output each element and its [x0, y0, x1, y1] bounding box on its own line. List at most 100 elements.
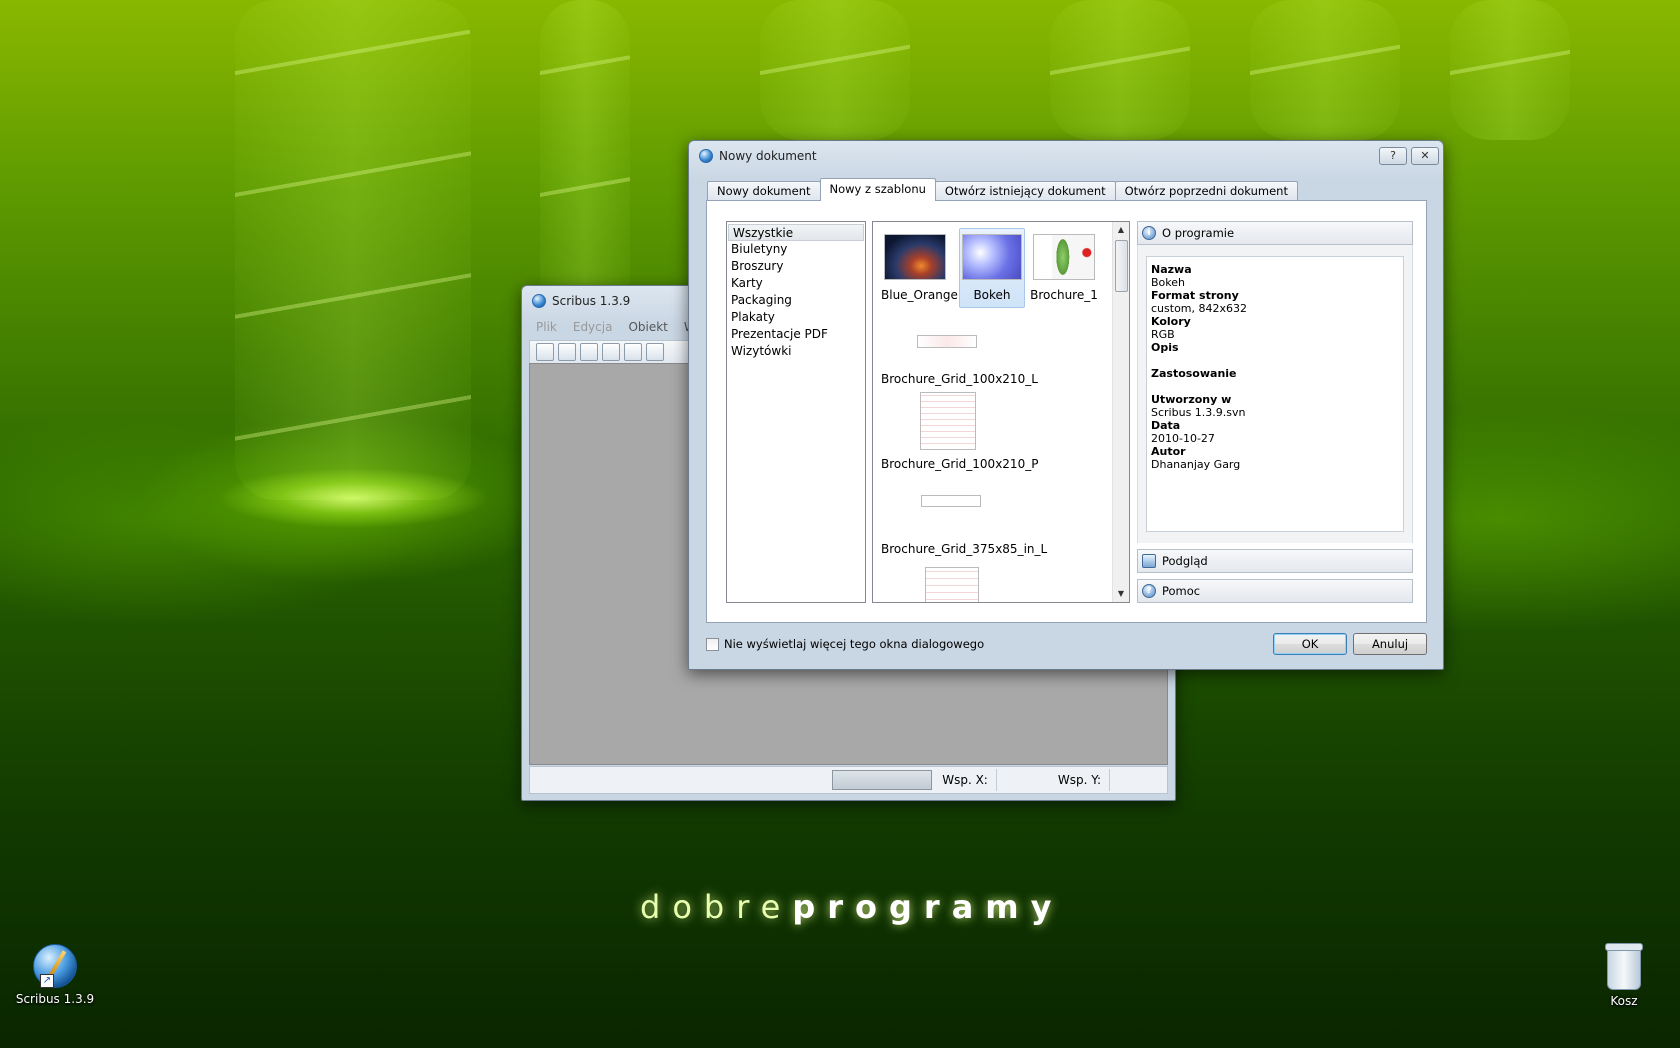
- status-progress-bar: [832, 770, 933, 790]
- help-icon: ?: [1142, 584, 1156, 598]
- tab-open-recent[interactable]: Otwórz poprzedni dokument: [1114, 181, 1298, 201]
- print-icon[interactable]: [624, 343, 642, 361]
- wallpaper-tube: [1050, 0, 1190, 140]
- template-label[interactable]: Brochure_Grid_100x210_L: [881, 372, 1038, 386]
- scrollbar-thumb[interactable]: [1115, 240, 1128, 292]
- template-thumbnail: [884, 234, 946, 280]
- template-label: Blue_Orange: [881, 288, 958, 302]
- category-item[interactable]: Karty: [727, 275, 865, 292]
- tab-new-document[interactable]: Nowy dokument: [707, 181, 821, 201]
- dont-show-checkbox[interactable]: [706, 637, 719, 651]
- template-thumbnail: [1033, 234, 1095, 280]
- template-thumbnail-row: [921, 495, 981, 515]
- category-item[interactable]: Broszury: [727, 258, 865, 275]
- desktop-icon-scribus[interactable]: ↗ Scribus 1.3.9: [10, 944, 100, 1006]
- category-item[interactable]: Wszystkie: [728, 224, 864, 241]
- template-label: Bokeh: [973, 288, 1011, 302]
- scribus-app-icon: [699, 149, 713, 163]
- template-item[interactable]: Brochure_1: [1029, 234, 1099, 302]
- tab-open-existing[interactable]: Otwórz istniejący dokument: [934, 181, 1116, 201]
- wallpaper-tube: [235, 0, 471, 500]
- info-format-label: Format strony: [1151, 289, 1239, 302]
- template-thumbnail: [917, 335, 977, 348]
- preflight-icon[interactable]: [646, 343, 664, 361]
- wallpaper-tube: [1250, 0, 1400, 140]
- template-thumbnail: [920, 392, 976, 450]
- help-button[interactable]: ?: [1379, 147, 1407, 165]
- open-icon[interactable]: [558, 343, 576, 361]
- menu-obiekt[interactable]: Obiekt: [628, 320, 667, 334]
- info-created-label: Utworzony w: [1151, 393, 1232, 406]
- close-button[interactable]: ✕: [1411, 147, 1439, 165]
- ok-button[interactable]: OK: [1273, 633, 1347, 655]
- scroll-down-icon[interactable]: ▼: [1113, 586, 1129, 602]
- about-section-header[interactable]: i O programie: [1137, 221, 1413, 245]
- brand-bold: programy: [792, 888, 1064, 926]
- info-usage-label: Zastosowanie: [1151, 367, 1237, 380]
- template-item[interactable]: Blue_Orange: [881, 234, 958, 302]
- info-format-value: custom, 842x632: [1151, 302, 1248, 315]
- template-list[interactable]: Blue_Orange Bokeh Brochure_1 Brochure_Gr…: [872, 221, 1130, 603]
- template-label: Brochure_1: [1030, 288, 1098, 302]
- info-name-value: Bokeh: [1151, 276, 1185, 289]
- template-label[interactable]: Brochure_Grid_375x85_in_L: [881, 542, 1047, 556]
- template-item-selected[interactable]: Bokeh: [959, 228, 1025, 308]
- scroll-up-icon[interactable]: ▲: [1113, 222, 1129, 238]
- info-description-label: Opis: [1151, 341, 1179, 354]
- preview-header-label: Podgląd: [1162, 554, 1208, 568]
- menu-edycja[interactable]: Edycja: [573, 320, 613, 334]
- desktop-icon-label: Scribus 1.3.9: [15, 992, 95, 1006]
- template-label[interactable]: Brochure_Grid_100x210_P: [881, 457, 1038, 471]
- preview-section-header[interactable]: Podgląd: [1137, 549, 1413, 573]
- preview-icon: [1142, 554, 1156, 568]
- wallpaper-brand: dobreprogramy: [640, 888, 1064, 926]
- dialog-tabs: Nowy dokument Nowy z szablonu Otwórz ist…: [707, 178, 1298, 201]
- template-info-box: Nazwa Bokeh Format strony custom, 842x63…: [1146, 256, 1404, 532]
- tab-new-from-template[interactable]: Nowy z szablonu: [819, 178, 936, 201]
- info-colors-value: RGB: [1151, 328, 1175, 341]
- status-x-value: [995, 769, 1054, 791]
- status-x-label: Wsp. X:: [942, 773, 988, 787]
- info-author-label: Autor: [1151, 445, 1186, 458]
- cancel-button[interactable]: Anuluj: [1353, 633, 1427, 655]
- info-created-value: Scribus 1.3.9.svn: [1151, 406, 1246, 419]
- help-header-label: Pomoc: [1162, 584, 1201, 598]
- wallpaper-tube: [1450, 0, 1570, 140]
- new-document-icon[interactable]: [536, 343, 554, 361]
- info-colors-label: Kolory: [1151, 315, 1191, 328]
- wallpaper-tube: [760, 0, 910, 140]
- info-author-value: Dhananjay Garg: [1151, 458, 1241, 471]
- shortcut-arrow-icon: ↗: [40, 974, 54, 988]
- new-document-dialog[interactable]: Nowy dokument ? ✕ Nowy dokument Nowy z s…: [688, 140, 1444, 670]
- category-list[interactable]: Wszystkie Biuletyny Broszury Karty Packa…: [726, 221, 866, 603]
- template-info-panel: i O programie Nazwa Bokeh Format strony …: [1137, 221, 1413, 603]
- info-name-label: Nazwa: [1151, 263, 1192, 276]
- dialog-title: Nowy dokument: [719, 149, 817, 163]
- brand-light: dobre: [640, 888, 793, 926]
- category-item[interactable]: Packaging: [727, 292, 865, 309]
- help-section-header[interactable]: ? Pomoc: [1137, 579, 1413, 603]
- template-thumbnail: [962, 234, 1022, 280]
- desktop-icon-recycle-bin[interactable]: Kosz: [1579, 943, 1669, 1008]
- menu-plik[interactable]: Plik: [536, 320, 557, 334]
- scribus-statusbar: Wsp. X: Wsp. Y:: [529, 766, 1168, 794]
- status-y-value: [1109, 769, 1167, 791]
- category-item[interactable]: Prezentacje PDF: [727, 326, 865, 343]
- template-thumbnail-row: [920, 392, 976, 458]
- category-item[interactable]: Wizytówki: [727, 343, 865, 360]
- template-tab-panel: Wszystkie Biuletyny Broszury Karty Packa…: [706, 200, 1427, 623]
- info-date-label: Data: [1151, 419, 1181, 432]
- template-scrollbar[interactable]: ▲ ▼: [1112, 222, 1129, 602]
- scribus-app-icon: [532, 294, 546, 308]
- template-thumbnail-row: [917, 335, 977, 356]
- status-y-label: Wsp. Y:: [1057, 773, 1101, 787]
- dialog-footer: Nie wyświetlaj więcej tego okna dialogow…: [706, 631, 1427, 657]
- category-item[interactable]: Biuletyny: [727, 241, 865, 258]
- desktop-icon-label: Kosz: [1610, 994, 1638, 1008]
- save-icon[interactable]: [580, 343, 598, 361]
- category-item[interactable]: Plakaty: [727, 309, 865, 326]
- dialog-titlebar[interactable]: Nowy dokument ? ✕: [689, 141, 1443, 171]
- dont-show-label[interactable]: Nie wyświetlaj więcej tego okna dialogow…: [724, 637, 984, 651]
- close-document-icon[interactable]: [602, 343, 620, 361]
- about-section-body: Nazwa Bokeh Format strony custom, 842x63…: [1137, 245, 1413, 543]
